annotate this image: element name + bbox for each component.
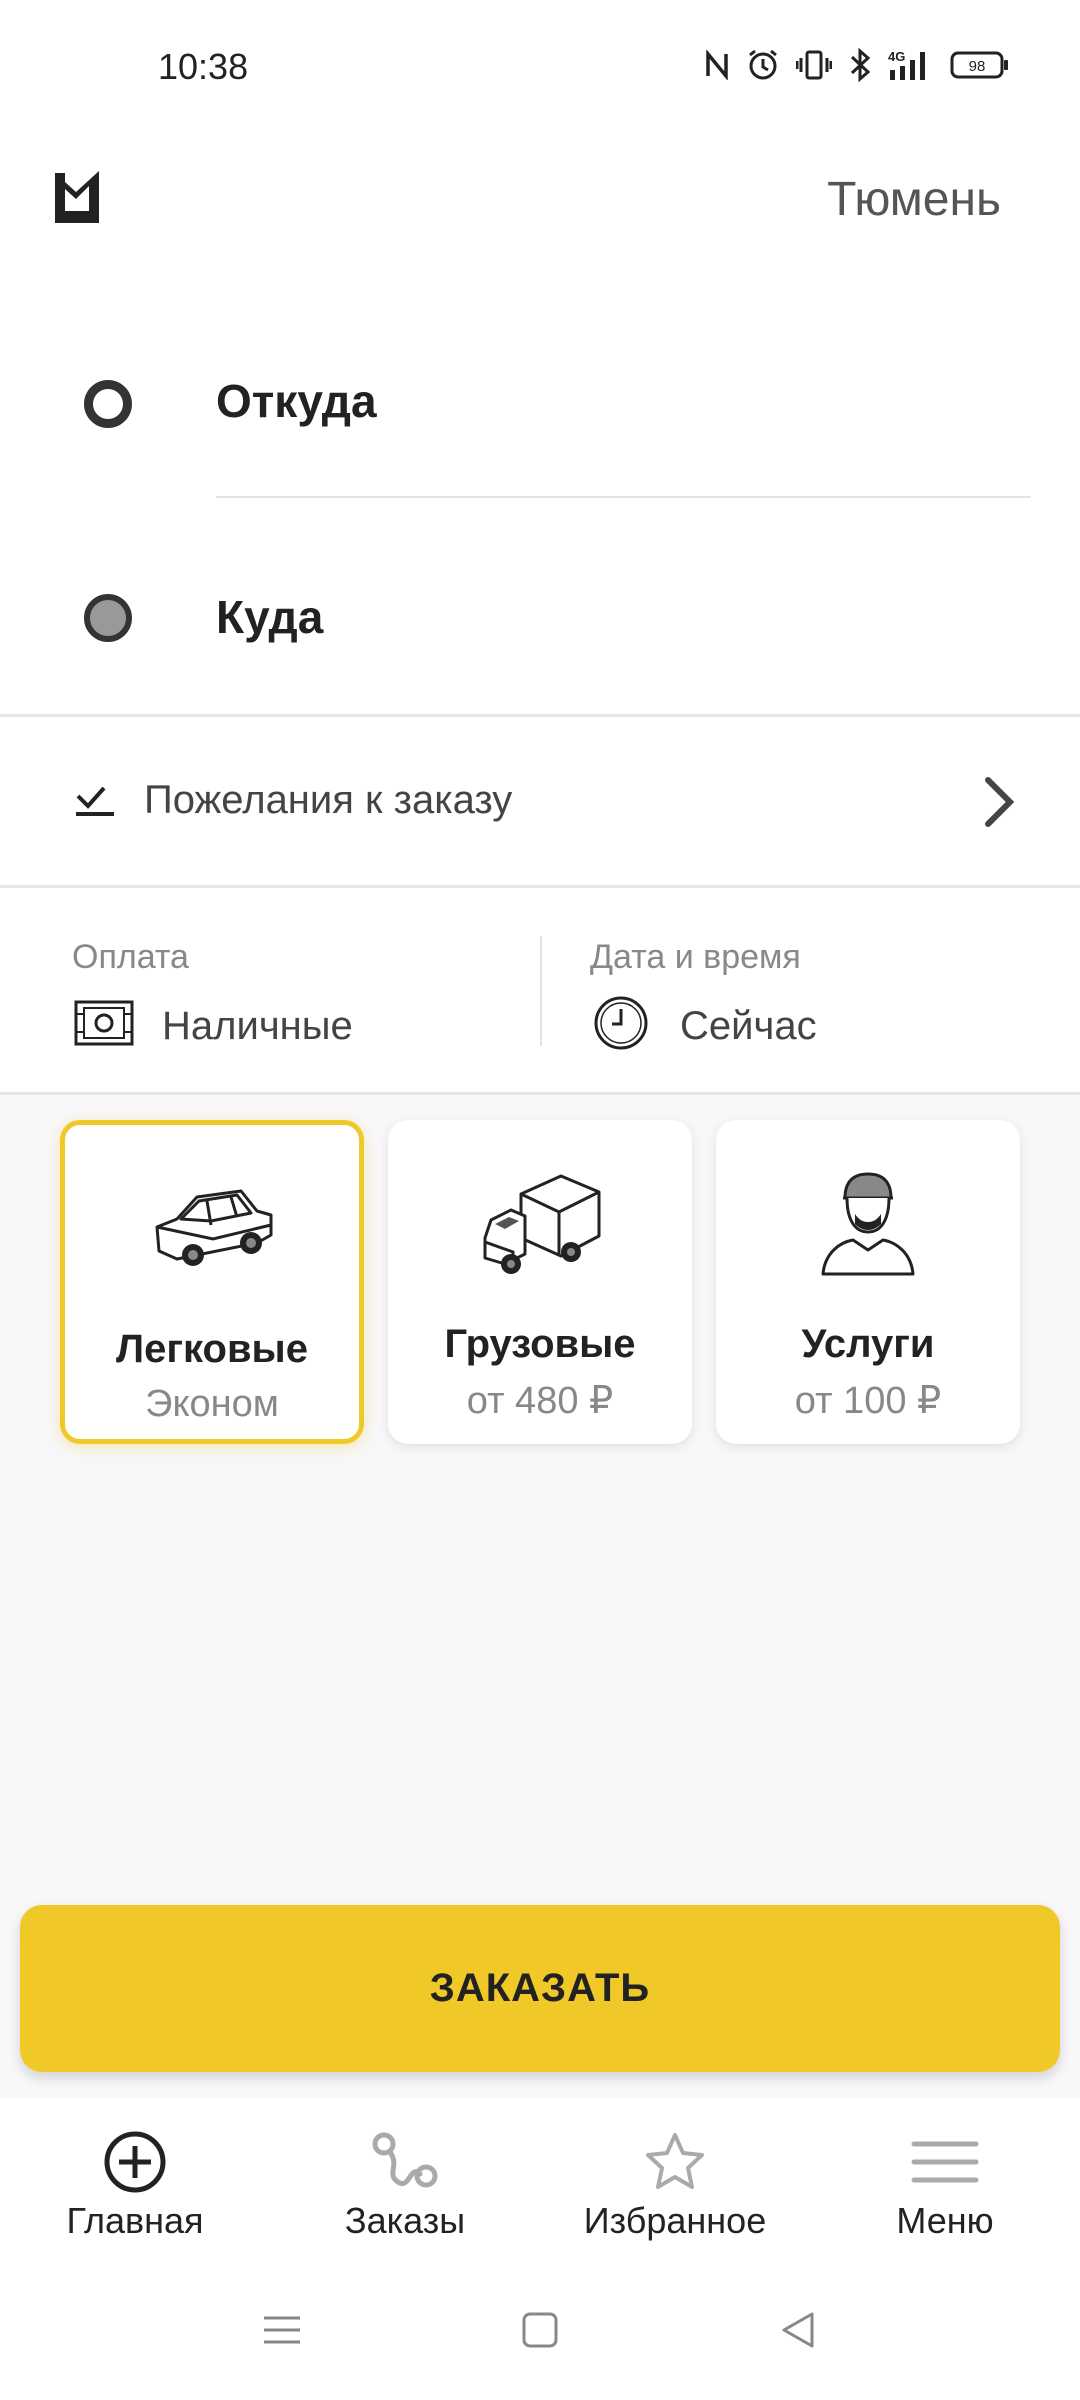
from-address-field[interactable]: Откуда — [216, 374, 377, 428]
car-icon — [147, 1169, 277, 1284]
payment-method-button[interactable]: Наличные — [162, 1004, 353, 1049]
status-icons: 4G 98 — [704, 48, 1010, 82]
category-subtitle: от 100 ₽ — [794, 1380, 942, 1422]
svg-text:98: 98 — [969, 58, 986, 75]
cash-icon — [74, 998, 134, 1053]
route-icon — [370, 2130, 440, 2199]
category-title: Услуги — [801, 1322, 935, 1366]
status-time: 10:38 — [158, 46, 249, 87]
system-recents-icon[interactable] — [262, 2310, 302, 2355]
payment-caption: Оплата — [72, 938, 189, 976]
order-button[interactable]: ЗАКАЗАТЬ — [20, 1905, 1060, 2072]
category-title: Грузовые — [444, 1322, 636, 1366]
system-home-icon[interactable] — [520, 2310, 560, 2355]
divider — [0, 1092, 1080, 1095]
vertical-separator — [540, 936, 542, 1046]
route-panel — [0, 330, 1080, 714]
order-wishes-label: Пожелания к заказу — [144, 778, 513, 822]
category-card-cargo[interactable]: Грузовые от 480 ₽ — [388, 1120, 692, 1444]
svg-text:4G: 4G — [888, 49, 905, 64]
vibrate-icon — [796, 50, 832, 80]
star-icon — [643, 2130, 707, 2199]
battery-icon: 98 — [950, 51, 1008, 79]
truck-icon — [475, 1164, 605, 1289]
from-point-icon — [84, 380, 132, 428]
nav-label: Главная — [66, 2200, 204, 2241]
category-card-passenger[interactable]: Легковые Эконом — [60, 1120, 364, 1444]
nfc-icon — [706, 50, 728, 80]
signal-icon: 4G — [888, 49, 925, 80]
address-separator — [216, 496, 1031, 498]
header — [0, 130, 1080, 330]
nav-label: Меню — [896, 2200, 994, 2241]
plus-circle-icon — [103, 2130, 167, 2199]
bluetooth-icon — [850, 48, 871, 82]
nav-label: Заказы — [344, 2200, 466, 2241]
logo-icon — [52, 170, 102, 229]
system-back-icon[interactable] — [778, 2310, 818, 2355]
category-title: Легковые — [116, 1327, 308, 1371]
menu-icon — [910, 2130, 980, 2199]
category-subtitle: Эконом — [145, 1383, 279, 1425]
check-icon — [74, 784, 118, 823]
worker-icon — [813, 1164, 923, 1289]
nav-item-menu[interactable]: Меню — [810, 2122, 1080, 2252]
alarm-icon — [749, 49, 777, 80]
city-selector[interactable]: Тюмень — [827, 172, 1001, 227]
category-card-services[interactable]: Услуги от 100 ₽ — [716, 1120, 1020, 1444]
nav-label: Избранное — [583, 2200, 767, 2241]
chevron-right-icon — [980, 774, 1020, 835]
clock-icon — [592, 994, 650, 1057]
category-subtitle: от 480 ₽ — [466, 1380, 614, 1422]
nav-item-favorites[interactable]: Избранное — [540, 2122, 810, 2252]
datetime-button[interactable]: Сейчас — [680, 1004, 817, 1049]
nav-item-home[interactable]: Главная — [0, 2122, 270, 2252]
to-point-icon — [84, 594, 132, 642]
to-address-field[interactable]: Куда — [216, 590, 323, 644]
nav-item-orders[interactable]: Заказы — [270, 2122, 540, 2252]
datetime-caption: Дата и время — [590, 938, 801, 976]
